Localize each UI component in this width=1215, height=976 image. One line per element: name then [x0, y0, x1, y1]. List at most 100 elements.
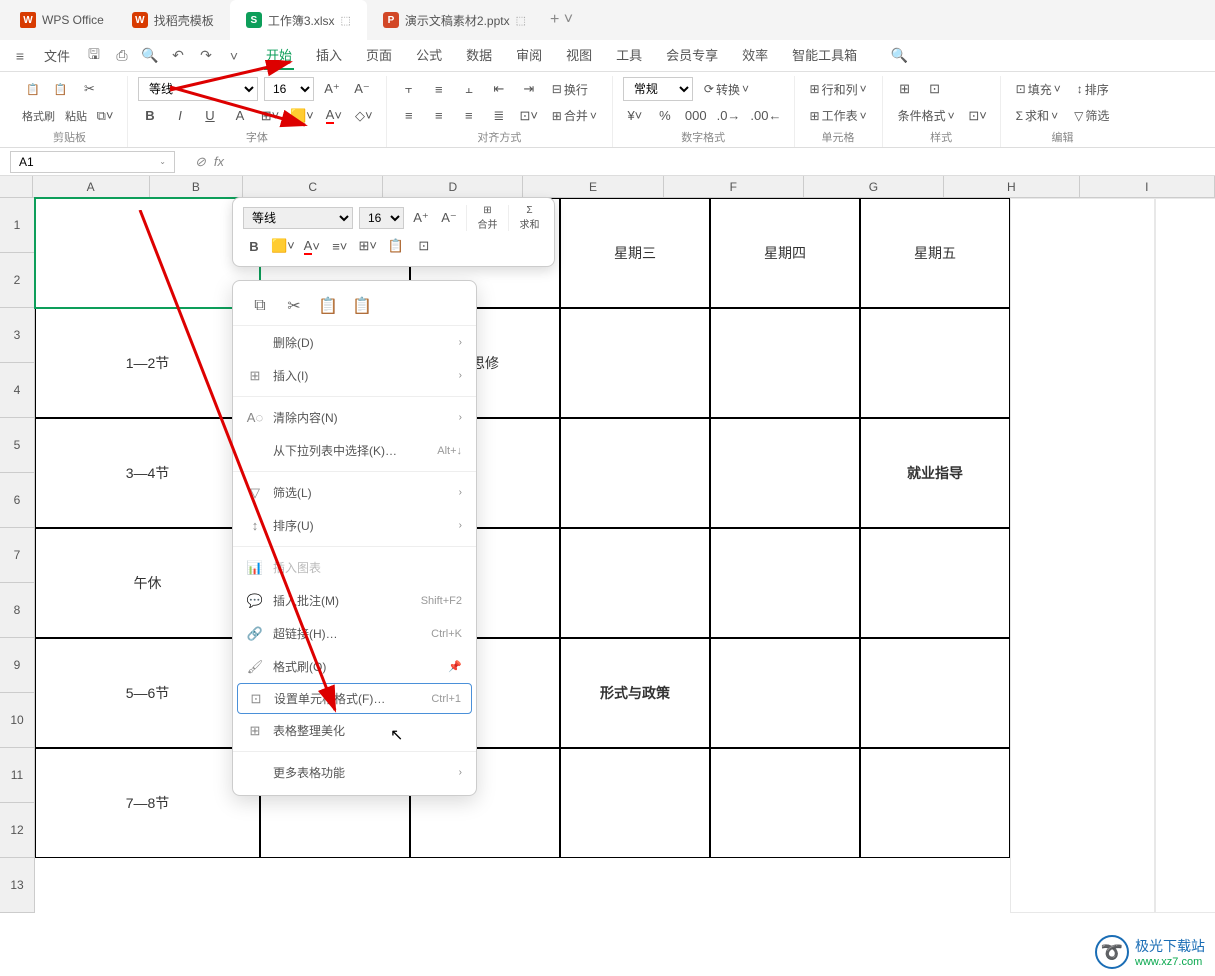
row-header[interactable]: 4 — [0, 363, 35, 418]
tab-formula[interactable]: 公式 — [414, 41, 444, 70]
increase-decimal-button[interactable]: .0→ — [715, 104, 743, 128]
search-icon[interactable]: 🔍 — [889, 46, 909, 66]
row-header[interactable]: 7 — [0, 528, 35, 583]
align-right-button[interactable]: ≡ — [457, 104, 481, 128]
align-middle-button[interactable]: ≡ — [427, 77, 451, 101]
cell[interactable]: 形式与政策 — [560, 638, 710, 748]
mini-font-color[interactable]: A˅ — [301, 235, 323, 257]
row-header[interactable]: 1 — [0, 198, 35, 253]
cell-blank[interactable] — [1010, 198, 1155, 913]
cell[interactable] — [710, 308, 860, 418]
ctx-filter[interactable]: ▽筛选(L)› — [233, 476, 476, 509]
mini-merge-button[interactable]: ⊞合并 — [466, 205, 502, 231]
cell-rowlabel[interactable]: 3—4节 — [35, 418, 260, 528]
add-tab-button[interactable]: + ˅ — [542, 11, 581, 29]
preview-icon[interactable]: 🔍 — [140, 46, 160, 66]
fx-icon[interactable]: fx — [214, 154, 224, 169]
percent-button[interactable]: % — [653, 104, 677, 128]
cell-rowlabel[interactable]: 5—6节 — [35, 638, 260, 748]
fontsize-select[interactable]: 16 — [264, 77, 314, 101]
paste-special-icon[interactable]: 📋 — [351, 295, 373, 317]
tab-home[interactable]: 开始 — [264, 41, 294, 70]
ctx-sort[interactable]: ↕排序(U)› — [233, 509, 476, 542]
filter-button[interactable]: ▽ 筛选 — [1069, 104, 1114, 128]
tab-page[interactable]: 页面 — [364, 41, 394, 70]
row-header[interactable]: 3 — [0, 308, 35, 363]
cell-a1b2[interactable] — [35, 198, 260, 308]
col-header-e[interactable]: E — [523, 176, 663, 198]
cell-header[interactable]: 星期四 — [710, 198, 860, 308]
orientation-button[interactable]: ⊡˅ — [517, 104, 541, 128]
col-header-h[interactable]: H — [944, 176, 1080, 198]
mini-size-select[interactable]: 16 — [359, 207, 404, 229]
dropdown-icon[interactable]: ˅ — [224, 46, 244, 66]
tab-workbook[interactable]: S 工作簿3.xlsx ⬚ — [230, 0, 367, 40]
cell[interactable] — [860, 528, 1010, 638]
mini-align[interactable]: ≡˅ — [329, 235, 351, 257]
row-header[interactable]: 2 — [0, 253, 35, 308]
convert-button[interactable]: ⟳ 转换˅ — [699, 77, 754, 101]
ctx-more[interactable]: 更多表格功能› — [233, 756, 476, 789]
cell-rowlabel[interactable]: 1—2节 — [35, 308, 260, 418]
cancel-icon[interactable]: ⊘ — [195, 154, 206, 170]
copy-icon[interactable]: ⧉ — [249, 295, 271, 317]
col-header-f[interactable]: F — [664, 176, 804, 198]
spreadsheet[interactable]: A B C D E F G H I 1 2 3 4 5 6 7 8 9 10 1… — [0, 176, 1215, 976]
cell[interactable] — [560, 748, 710, 858]
copy-button[interactable]: ⧉˅ — [93, 104, 117, 128]
mini-format-painter[interactable]: 📋 — [385, 235, 407, 257]
mini-border[interactable]: ⊞˅ — [357, 235, 379, 257]
format-button[interactable]: ⊡˅ — [966, 104, 990, 128]
mini-font-select[interactable]: 等线 — [243, 207, 353, 229]
redo-icon[interactable]: ↷ — [196, 46, 216, 66]
bold-button[interactable]: B — [138, 104, 162, 128]
mini-bold[interactable]: B — [243, 235, 265, 257]
fill-button[interactable]: ⊡ 填充˅ — [1011, 77, 1066, 101]
col-header-a[interactable]: A — [33, 176, 150, 198]
cell-style-button[interactable]: ⊡ — [923, 77, 947, 101]
rowcol-button[interactable]: ⊞ 行和列˅ — [805, 77, 872, 101]
cond-format-button[interactable]: 条件格式˅ — [893, 104, 960, 128]
cell[interactable] — [710, 418, 860, 528]
cell[interactable] — [860, 638, 1010, 748]
font-select[interactable]: 等线 — [138, 77, 258, 101]
align-bottom-button[interactable]: ⫠ — [457, 77, 481, 101]
sum-button[interactable]: Σ 求和˅ — [1011, 104, 1063, 128]
strike-button[interactable]: A — [228, 104, 252, 128]
align-top-button[interactable]: ⫟ — [397, 77, 421, 101]
underline-button[interactable]: U — [198, 104, 222, 128]
row-header[interactable]: 8 — [0, 583, 35, 638]
row-header[interactable]: 6 — [0, 473, 35, 528]
cell-rowlabel[interactable]: 7—8节 — [35, 748, 260, 858]
align-left-button[interactable]: ≡ — [397, 104, 421, 128]
col-header-b[interactable]: B — [150, 176, 243, 198]
ctx-hyperlink[interactable]: 🔗超链接(H)…Ctrl+K — [233, 617, 476, 650]
tab-template[interactable]: W 找稻壳模板 — [116, 0, 230, 40]
file-menu[interactable]: 文件 — [38, 46, 76, 65]
tab-smart[interactable]: 智能工具箱 — [790, 41, 859, 70]
cell-rowlabel[interactable]: 午休 — [35, 528, 260, 638]
cell[interactable]: 就业指导 — [860, 418, 1010, 528]
grow-font-button[interactable]: A⁺ — [320, 77, 344, 101]
mini-table[interactable]: ⊡ — [413, 235, 435, 257]
font-color-button[interactable]: A˅ — [322, 104, 346, 128]
format-painter-button[interactable]: 📋 — [22, 81, 44, 98]
mini-fill-color[interactable]: 🟨˅ — [271, 235, 295, 257]
currency-button[interactable]: ¥˅ — [623, 104, 647, 128]
tab-close-icon[interactable]: ⬚ — [341, 14, 351, 27]
ctx-dropdown-pick[interactable]: 从下拉列表中选择(K)…Alt+↓ — [233, 434, 476, 467]
cell[interactable] — [710, 638, 860, 748]
row-header[interactable]: 11 — [0, 748, 35, 803]
distribute-button[interactable]: ≣ — [487, 104, 511, 128]
wrap-text-button[interactable]: ⊟ 换行 — [547, 77, 593, 101]
tab-presentation[interactable]: P 演示文稿素材2.pptx ⬚ — [367, 0, 542, 40]
clear-format-button[interactable]: ◇˅ — [352, 104, 376, 128]
tab-member[interactable]: 会员专享 — [664, 41, 720, 70]
italic-button[interactable]: I — [168, 104, 192, 128]
comma-button[interactable]: 000 — [683, 104, 709, 128]
paste-icon[interactable]: 📋 — [317, 295, 339, 317]
col-header-i[interactable]: I — [1080, 176, 1215, 198]
name-box[interactable]: A1 ⌄ — [10, 151, 175, 173]
merge-button[interactable]: ⊞ 合并˅ — [547, 104, 602, 128]
cell[interactable] — [860, 308, 1010, 418]
